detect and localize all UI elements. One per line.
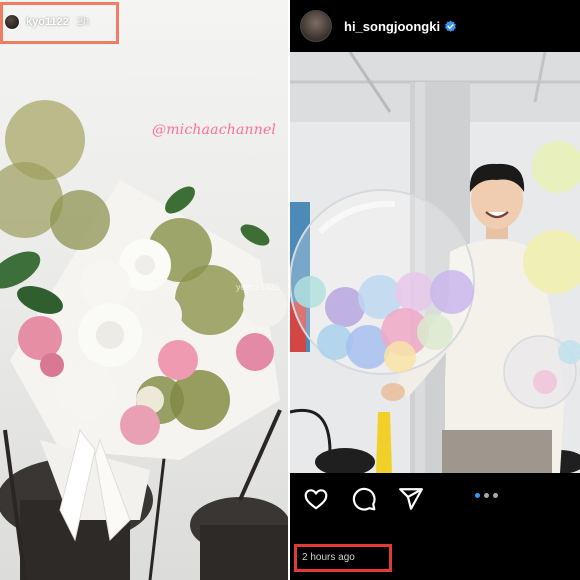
carousel-dot (484, 493, 489, 498)
heart-icon[interactable] (303, 486, 329, 512)
post-panel: hi_songjoongki 2 hours ago (290, 0, 580, 580)
highlight-box-timestamp (294, 544, 392, 572)
post-username[interactable]: hi_songjoongki (344, 19, 440, 34)
post-photo[interactable] (290, 52, 580, 473)
verified-badge-icon (445, 20, 456, 32)
highlight-box-username (0, 2, 119, 44)
carousel-dot-active (475, 493, 480, 498)
post-header: hi_songjoongki (290, 0, 580, 52)
post-avatar[interactable] (300, 10, 332, 42)
carousel-indicator (475, 493, 498, 498)
comment-icon[interactable] (351, 486, 377, 512)
carousel-dot (493, 493, 498, 498)
flower-bouquet-image (0, 100, 288, 580)
story-watermark: yeoce1425 (236, 282, 281, 292)
send-icon[interactable] (398, 486, 424, 512)
story-panel: kyo1122 2h @michaachannel yeoce1425 (0, 0, 288, 580)
story-mention-sticker[interactable]: @michaachannel (152, 122, 276, 138)
post-actions-bar (290, 480, 580, 516)
